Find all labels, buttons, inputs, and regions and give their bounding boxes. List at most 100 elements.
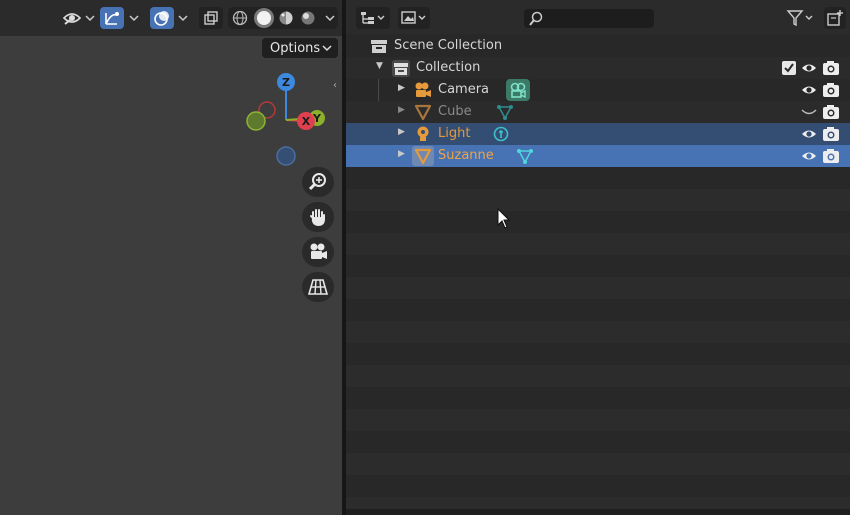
camera-render-icon (823, 83, 839, 97)
exclude-checkbox[interactable] (780, 59, 798, 77)
camera-render-icon (823, 61, 839, 75)
empty-row (346, 409, 850, 431)
camera-view-button[interactable] (302, 237, 334, 267)
disclosure-collapsed-icon[interactable]: ▶ (398, 149, 405, 159)
rendered-shading-icon (301, 11, 315, 25)
active-object-highlight (412, 146, 434, 166)
visibility-toggle[interactable] (800, 103, 818, 121)
mesh-data-icon[interactable] (516, 147, 534, 165)
pan-button[interactable] (302, 202, 334, 232)
solid-shading-icon (257, 11, 271, 25)
render-toggle[interactable] (822, 81, 840, 99)
visibility-selector-icon (62, 13, 82, 25)
solid-shading-button[interactable] (254, 8, 274, 28)
visibility-toggle[interactable] (800, 147, 818, 165)
perspective-grid-icon (308, 279, 328, 295)
material-shading-button[interactable] (278, 10, 294, 26)
visibility-toggle[interactable] (800, 125, 818, 143)
chevron-down-icon[interactable] (127, 7, 141, 29)
wireframe-shading-button[interactable] (232, 10, 248, 26)
overlay-toggle-button[interactable] (150, 7, 174, 29)
chevron-down-icon[interactable] (323, 7, 337, 29)
rendered-shading-button[interactable] (300, 10, 316, 26)
outliner-row-label: Scene Collection (394, 38, 503, 53)
gizmo-toggle-icon (105, 12, 119, 25)
light-data-icon[interactable] (492, 125, 510, 143)
collection-icon (392, 60, 410, 77)
disclosure-collapsed-icon[interactable]: ▶ (398, 105, 405, 115)
outliner-header (346, 0, 850, 34)
mesh-object-icon (414, 148, 432, 165)
z-axis-label: Z (282, 76, 290, 89)
pan-hand-icon (310, 209, 325, 227)
outliner-row-label: Camera (438, 82, 490, 97)
filter-type-dropdown[interactable] (398, 7, 430, 29)
chevron-down-icon[interactable] (83, 7, 97, 29)
overlay-toggle-icon (154, 11, 169, 26)
zoom-button[interactable] (302, 167, 334, 197)
empty-row (346, 233, 850, 255)
chevron-down-icon (322, 41, 332, 56)
visibility-selector-button[interactable] (60, 7, 84, 29)
empty-row (346, 277, 850, 299)
3d-viewport[interactable]: Options ‹ Y X Z (0, 0, 342, 515)
render-toggle[interactable] (822, 59, 840, 77)
options-dropdown[interactable]: Options (262, 38, 338, 58)
camera-data-icon (510, 82, 526, 99)
search-input[interactable] (524, 9, 654, 28)
outliner-row-label: Cube (438, 104, 472, 119)
outliner-row-label: Suzanne (438, 148, 494, 163)
empty-row (346, 189, 850, 211)
neg-z-axis-handle[interactable] (276, 146, 296, 166)
search-icon (529, 11, 543, 26)
outliner-row-collection[interactable]: ▼ Collection (346, 57, 850, 79)
camera-data-button[interactable] (506, 79, 530, 101)
outliner-row-camera[interactable]: ▶ Camera (346, 79, 850, 101)
eye-icon (802, 64, 816, 72)
disclosure-collapsed-icon[interactable]: ▶ (398, 127, 405, 137)
scene-collection-icon (371, 40, 387, 53)
render-toggle[interactable] (822, 103, 840, 121)
eye-icon (802, 86, 816, 94)
neg-y-axis-handle[interactable] (246, 111, 266, 131)
zoom-icon (308, 173, 326, 191)
camera-render-icon (823, 127, 839, 141)
area-bottom-edge (346, 509, 850, 515)
outliner-display-mode-icon (361, 12, 385, 24)
xray-toggle-button[interactable] (199, 7, 223, 29)
eye-closed-icon (801, 109, 817, 115)
chevron-down-icon[interactable] (176, 7, 190, 29)
render-toggle[interactable] (822, 147, 840, 165)
gizmo-toggle-button[interactable] (100, 7, 124, 29)
outliner-row-scene-collection[interactable]: Scene Collection (346, 35, 850, 57)
mesh-data-icon[interactable] (496, 103, 514, 121)
filter-funnel-icon (786, 10, 813, 27)
perspective-toggle-button[interactable] (302, 272, 334, 302)
mouse-cursor-icon (497, 208, 511, 229)
eye-icon (802, 130, 816, 138)
xray-icon (204, 11, 218, 25)
empty-row (346, 365, 850, 387)
image-filter-icon (401, 11, 426, 24)
outliner-row-light[interactable]: ▶ Light (346, 123, 850, 145)
outliner[interactable]: Scene Collection ▼ Collection ▶ Camera ▶… (346, 0, 850, 515)
navigation-gizmo[interactable]: Y X Z (240, 70, 332, 170)
new-collection-icon (827, 10, 843, 26)
camera-object-icon (415, 82, 431, 97)
disclosure-expanded-icon[interactable]: ▼ (376, 61, 383, 71)
material-shading-icon (279, 11, 293, 25)
x-axis-label: X (302, 115, 311, 128)
filter-dropdown[interactable] (784, 7, 818, 29)
sidebar-toggle-icon[interactable]: ‹ (333, 80, 342, 94)
visibility-toggle[interactable] (800, 81, 818, 99)
disclosure-collapsed-icon[interactable]: ▶ (398, 83, 405, 93)
visibility-toggle[interactable] (800, 59, 818, 77)
eye-icon (802, 152, 816, 160)
outliner-row-cube[interactable]: ▶ Cube (346, 101, 850, 123)
outliner-row-suzanne[interactable]: ▶ Suzanne (346, 145, 850, 167)
display-mode-dropdown[interactable] (356, 7, 390, 29)
render-toggle[interactable] (822, 125, 840, 143)
new-collection-button[interactable] (824, 7, 846, 29)
camera-render-icon (823, 149, 839, 163)
viewport-header (0, 0, 342, 36)
